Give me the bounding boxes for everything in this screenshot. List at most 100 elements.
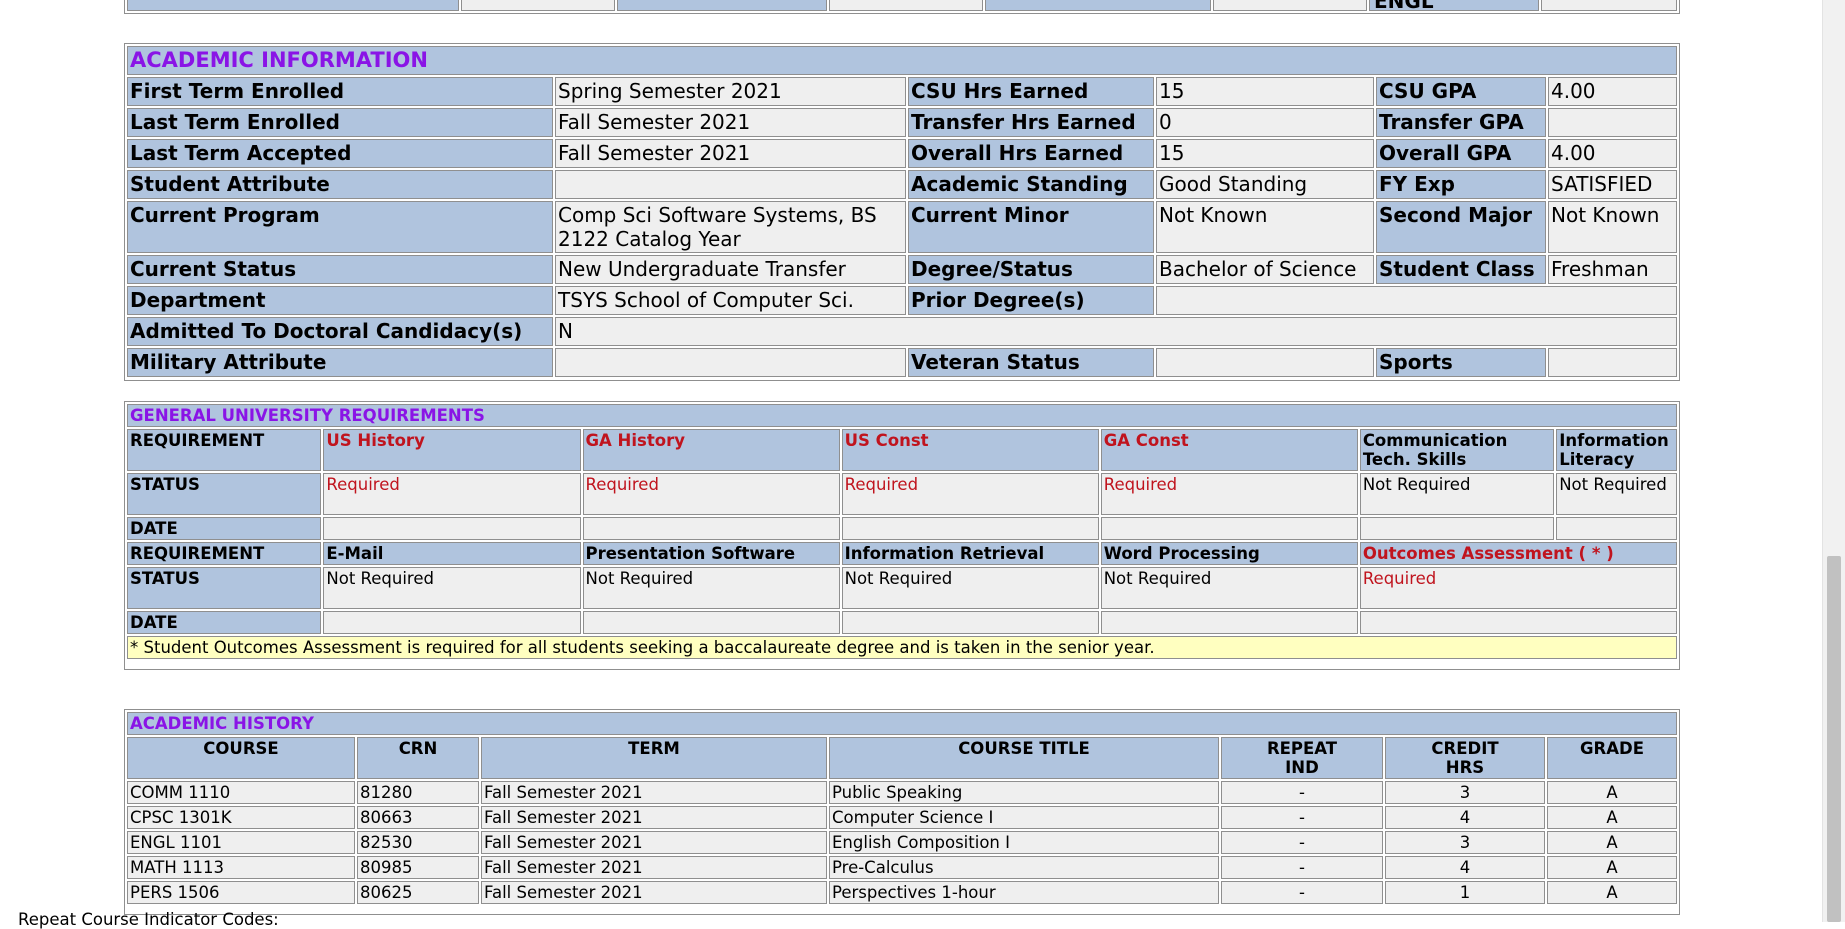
- academic-information-section: ACADEMIC INFORMATION First Term Enrolled…: [124, 43, 1680, 381]
- header-line: HRS: [1445, 758, 1485, 777]
- program-name: Comp Sci Software Systems, BS: [558, 203, 877, 227]
- info-row-department: Department TSYS School of Computer Sci. …: [127, 286, 1677, 315]
- cell-course: MATH 1113: [127, 856, 355, 879]
- requirement-status: Not Required: [1359, 473, 1555, 515]
- general-requirements-table: GENERAL UNIVERSITY REQUIREMENTS REQUIREM…: [125, 402, 1679, 661]
- field-label: Transfer Hrs Earned: [908, 108, 1154, 137]
- cell-title: Perspectives 1-hour: [829, 881, 1219, 904]
- column-header-course-title: COURSE TITLE: [829, 737, 1219, 779]
- cell-title: Pre-Calculus: [829, 856, 1219, 879]
- cell-crn: 80663: [357, 806, 479, 829]
- cell-repeat: -: [1221, 781, 1383, 804]
- cell-title: English Composition I: [829, 831, 1219, 854]
- cell-grade: A: [1547, 831, 1677, 854]
- scrollbar-thumb[interactable]: [1827, 556, 1841, 922]
- student-class-label: Student Class: [1376, 255, 1546, 284]
- prior-degree-label: Prior Degree(s): [908, 286, 1154, 315]
- requirement-date: [1359, 611, 1677, 634]
- field-value: [1548, 108, 1677, 137]
- field-value: 4.00: [1548, 77, 1677, 106]
- department-value: TSYS School of Computer Sci.: [555, 286, 906, 315]
- cell-title: Public Speaking: [829, 781, 1219, 804]
- row-label: REQUIREMENT: [127, 542, 322, 565]
- field-value: Good Standing: [1156, 170, 1374, 199]
- cell: [127, 0, 459, 11]
- table-row: COMM 1110 81280 Fall Semester 2021 Public S…: [127, 781, 1677, 804]
- section-title: ACADEMIC INFORMATION: [127, 46, 1677, 75]
- field-label: Student Attribute: [127, 170, 553, 199]
- requirement-date: [323, 517, 581, 540]
- field-label: CSU Hrs Earned: [908, 77, 1154, 106]
- requirement-date: [1100, 517, 1358, 540]
- degree-status-value: Bachelor of Science: [1156, 255, 1374, 284]
- header-line: REPEAT: [1266, 739, 1338, 758]
- field-value: SATISFIED: [1548, 170, 1677, 199]
- cell-course: ENGL 1101: [127, 831, 355, 854]
- info-row-military: Military Attribute Veteran Status Sports: [127, 348, 1677, 377]
- row-label: DATE: [127, 517, 322, 540]
- requirement-date: [1359, 517, 1555, 540]
- requirement-date: [1100, 611, 1358, 634]
- requirement-name: Information Literacy: [1556, 429, 1677, 471]
- catalog-year: 2122 Catalog Year: [558, 227, 741, 251]
- requirement-status: Required: [1100, 473, 1358, 515]
- requirement-name: E-Mail: [323, 542, 581, 565]
- field-value: [555, 170, 906, 199]
- requirement-date: [323, 611, 581, 634]
- cell-course: PERS 1506: [127, 881, 355, 904]
- column-header-grade: GRADE: [1547, 737, 1677, 779]
- section-title: GENERAL UNIVERSITY REQUIREMENTS: [127, 404, 1677, 427]
- current-program-label: Current Program: [127, 201, 553, 253]
- academic-history-table: ACADEMIC HISTORY COURSE CRN TERM COURSE …: [125, 710, 1679, 906]
- cell-title: Computer Science I: [829, 806, 1219, 829]
- doctoral-candidacy-label: Admitted To Doctoral Candidacy(s): [127, 317, 553, 346]
- table-header-row: COURSE CRN TERM COURSE TITLE REPEAT IND …: [127, 737, 1677, 779]
- cell-grade: A: [1547, 856, 1677, 879]
- sports-value: [1548, 348, 1677, 377]
- page: ENGL ACADEMIC INFORMATION First Term Enr…: [0, 0, 1823, 929]
- requirement-name: US Const: [841, 429, 1099, 471]
- field-label: FY Exp: [1376, 170, 1546, 199]
- requirement-name: GA History: [582, 429, 840, 471]
- cell: [1541, 0, 1677, 11]
- requirement-status: Required: [323, 473, 581, 515]
- cell-term: Fall Semester 2021: [481, 856, 827, 879]
- current-minor-label: Current Minor: [908, 201, 1154, 253]
- cell-course: COMM 1110: [127, 781, 355, 804]
- info-row: Last Term Enrolled Fall Semester 2021 Tr…: [127, 108, 1677, 137]
- row-label: STATUS: [127, 473, 322, 515]
- cell-crn: 80985: [357, 856, 479, 879]
- requirement-status: Required: [841, 473, 1099, 515]
- table-row: ENGL 1101 82530 Fall Semester 2021 English …: [127, 831, 1677, 854]
- column-header-repeat-ind: REPEAT IND: [1221, 737, 1383, 779]
- cell-crn: 80625: [357, 881, 479, 904]
- repeat-codes-heading: Repeat Course Indicator Codes:: [18, 910, 279, 929]
- academic-information-table: ACADEMIC INFORMATION First Term Enrolled…: [125, 44, 1679, 379]
- info-row-current-status: Current Status New Undergraduate Transfe…: [127, 255, 1677, 284]
- previous-section-table: ENGL: [124, 0, 1680, 14]
- requirement-date: [841, 517, 1099, 540]
- cell-term: Fall Semester 2021: [481, 806, 827, 829]
- status-row: STATUS Required Required Required Requir…: [127, 473, 1677, 515]
- doctoral-candidacy-value: N: [555, 317, 1677, 346]
- requirement-status: Not Required: [323, 567, 581, 609]
- cell-grade: A: [1547, 881, 1677, 904]
- requirement-status: Not Required: [1100, 567, 1358, 609]
- military-attribute-label: Military Attribute: [127, 348, 553, 377]
- field-value: 15: [1156, 139, 1374, 168]
- cell: [617, 0, 827, 11]
- field-label: Last Term Enrolled: [127, 108, 553, 137]
- cell-repeat: -: [1221, 806, 1383, 829]
- info-row-current-program: Current Program Comp Sci Software System…: [127, 201, 1677, 253]
- cell-term: Fall Semester 2021: [481, 781, 827, 804]
- requirement-name: Communication Tech. Skills: [1359, 429, 1555, 471]
- degree-status-label: Degree/Status: [908, 255, 1154, 284]
- table-row: MATH 1113 80985 Fall Semester 2021 Pre-Calc…: [127, 856, 1677, 879]
- department-label: Department: [127, 286, 553, 315]
- current-minor-value: Not Known: [1156, 201, 1374, 253]
- vertical-scrollbar[interactable]: [1822, 0, 1845, 922]
- cell: [985, 0, 1211, 11]
- outcomes-note: * Student Outcomes Assessment is require…: [127, 636, 1677, 659]
- requirement-name: GA Const: [1100, 429, 1358, 471]
- date-row: DATE: [127, 611, 1677, 634]
